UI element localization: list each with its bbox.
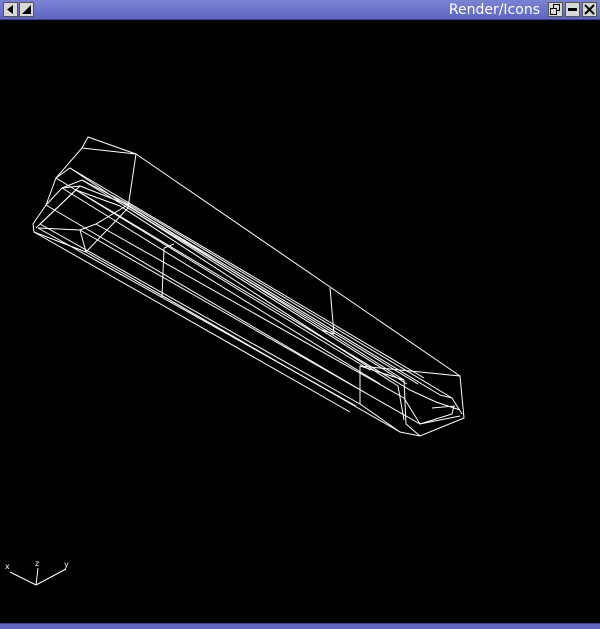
minimize-icon: [568, 8, 577, 11]
window-menu-button[interactable]: [3, 2, 18, 17]
axis-label-z: z: [35, 559, 39, 568]
render-viewport[interactable]: x z y: [0, 20, 600, 623]
wireframe-scene: x z y: [5, 136, 465, 586]
title-bar[interactable]: Render/Icons: [0, 0, 600, 20]
axis-triad: [9, 567, 67, 586]
bottom-border: [0, 623, 600, 629]
triangle-left-icon: [7, 5, 13, 14]
restore-icon: [550, 4, 560, 15]
window-title: Render/Icons: [448, 2, 540, 18]
window-shade-button[interactable]: [19, 2, 34, 17]
minimize-button[interactable]: [565, 2, 580, 17]
close-icon: [584, 4, 595, 15]
restore-button[interactable]: [548, 2, 563, 17]
arrow-down-right-icon: [22, 5, 31, 14]
axis-label-x: x: [5, 562, 10, 571]
axis-label-y: y: [64, 560, 69, 569]
wireframe-model: [32, 136, 465, 437]
close-button[interactable]: [582, 2, 597, 17]
render-window: Render/Icons x z y: [0, 0, 600, 629]
